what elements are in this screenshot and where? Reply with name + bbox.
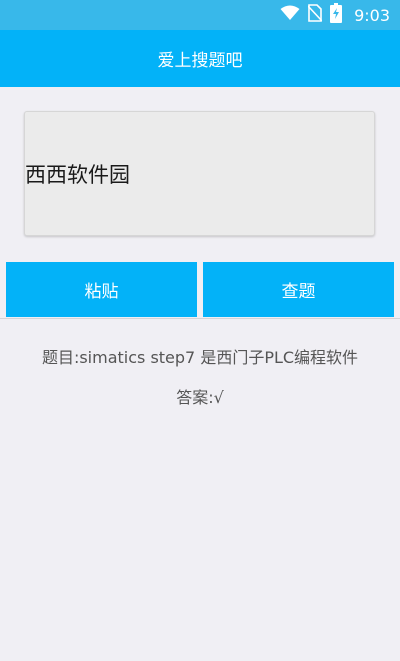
status-bar: 9:03 [0,0,400,30]
app-title: 爱上搜题吧 [157,51,243,71]
status-icons: 9:03 [280,0,390,30]
app-bar: 爱上搜题吧 [0,30,400,87]
no-sim-icon [307,4,323,26]
battery-charging-icon [330,3,343,27]
paste-button[interactable]: 粘贴 [6,262,197,317]
divider [0,318,400,319]
result-answer: 答案:√ [176,388,224,407]
search-question-button[interactable]: 查题 [203,262,394,317]
wifi-icon [280,5,300,25]
result-question: 题目:simatics step7 是西门子PLC编程软件 [41,348,359,367]
search-input[interactable]: 西西软件园 [24,111,375,236]
status-time: 9:03 [354,5,390,25]
